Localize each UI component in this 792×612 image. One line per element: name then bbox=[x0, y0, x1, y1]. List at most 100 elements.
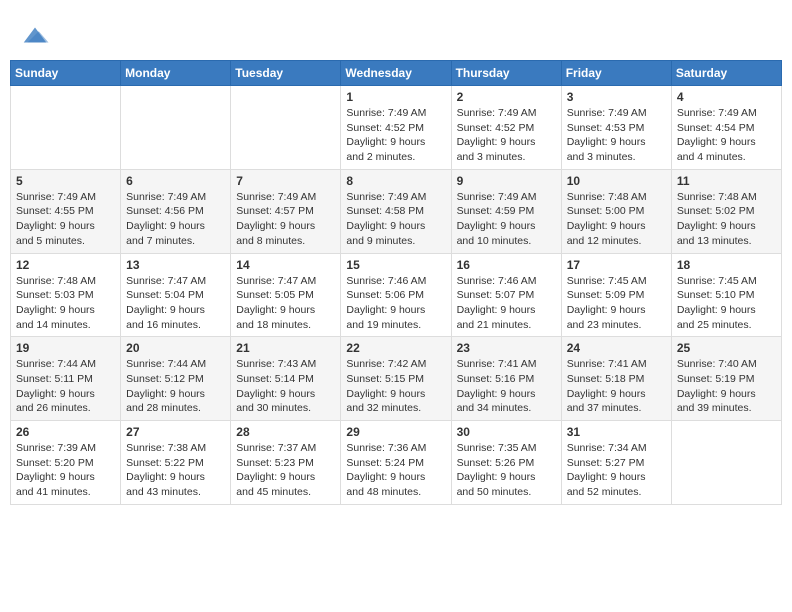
calendar-cell: 9 Sunrise: 7:49 AM Sunset: 4:59 PM Daylig… bbox=[451, 169, 561, 253]
day-info: Sunrise: 7:48 AM Sunset: 5:00 PM Dayligh… bbox=[567, 190, 666, 249]
calendar-cell: 5 Sunrise: 7:49 AM Sunset: 4:55 PM Daylig… bbox=[11, 169, 121, 253]
day-info: Sunrise: 7:43 AM Sunset: 5:14 PM Dayligh… bbox=[236, 357, 335, 416]
day-number: 21 bbox=[236, 341, 335, 355]
day-info: Sunrise: 7:42 AM Sunset: 5:15 PM Dayligh… bbox=[346, 357, 445, 416]
calendar-week-row: 5 Sunrise: 7:49 AM Sunset: 4:55 PM Daylig… bbox=[11, 169, 782, 253]
day-number: 26 bbox=[16, 425, 115, 439]
day-info: Sunrise: 7:49 AM Sunset: 4:54 PM Dayligh… bbox=[677, 106, 776, 165]
day-number: 5 bbox=[16, 174, 115, 188]
day-number: 19 bbox=[16, 341, 115, 355]
weekday-header: Friday bbox=[561, 61, 671, 86]
calendar-cell: 26 Sunrise: 7:39 AM Sunset: 5:20 PM Dayli… bbox=[11, 421, 121, 505]
day-number: 13 bbox=[126, 258, 225, 272]
day-info: Sunrise: 7:49 AM Sunset: 4:57 PM Dayligh… bbox=[236, 190, 335, 249]
calendar-cell: 31Sunrise: 7:34 AM Sunset: 5:27 PM Dayli… bbox=[561, 421, 671, 505]
day-info: Sunrise: 7:46 AM Sunset: 5:07 PM Dayligh… bbox=[457, 274, 556, 333]
calendar-cell: 30 Sunrise: 7:35 AM Sunset: 5:26 PM Dayli… bbox=[451, 421, 561, 505]
weekday-header: Monday bbox=[121, 61, 231, 86]
calendar-cell bbox=[671, 421, 781, 505]
calendar-cell: 12 Sunrise: 7:48 AM Sunset: 5:03 PM Dayli… bbox=[11, 253, 121, 337]
calendar-week-row: 26 Sunrise: 7:39 AM Sunset: 5:20 PM Dayli… bbox=[11, 421, 782, 505]
day-info: Sunrise: 7:49 AM Sunset: 4:55 PM Dayligh… bbox=[16, 190, 115, 249]
day-number: 22 bbox=[346, 341, 445, 355]
day-info: Sunrise: 7:44 AM Sunset: 5:11 PM Dayligh… bbox=[16, 357, 115, 416]
calendar-week-row: 1 Sunrise: 7:49 AM Sunset: 4:52 PM Daylig… bbox=[11, 86, 782, 170]
calendar-cell: 21 Sunrise: 7:43 AM Sunset: 5:14 PM Dayli… bbox=[231, 337, 341, 421]
day-number: 30 bbox=[457, 425, 556, 439]
calendar-body: 1 Sunrise: 7:49 AM Sunset: 4:52 PM Daylig… bbox=[11, 86, 782, 505]
day-number: 27 bbox=[126, 425, 225, 439]
calendar-cell: 19 Sunrise: 7:44 AM Sunset: 5:11 PM Dayli… bbox=[11, 337, 121, 421]
day-number: 16 bbox=[457, 258, 556, 272]
day-number: 18 bbox=[677, 258, 776, 272]
calendar-cell: 4 Sunrise: 7:49 AM Sunset: 4:54 PM Daylig… bbox=[671, 86, 781, 170]
weekday-header: Wednesday bbox=[341, 61, 451, 86]
day-info: Sunrise: 7:49 AM Sunset: 4:56 PM Dayligh… bbox=[126, 190, 225, 249]
day-number: 3 bbox=[567, 90, 666, 104]
calendar-cell: 11 Sunrise: 7:48 AM Sunset: 5:02 PM Dayli… bbox=[671, 169, 781, 253]
day-number: 14 bbox=[236, 258, 335, 272]
calendar-cell: 8 Sunrise: 7:49 AM Sunset: 4:58 PM Daylig… bbox=[341, 169, 451, 253]
day-number: 15 bbox=[346, 258, 445, 272]
calendar-cell: 1Sunrise: 7:49 AM Sunset: 4:52 PM Daylig… bbox=[341, 86, 451, 170]
calendar-cell: 3 Sunrise: 7:49 AM Sunset: 4:53 PM Daylig… bbox=[561, 86, 671, 170]
day-info: Sunrise: 7:46 AM Sunset: 5:06 PM Dayligh… bbox=[346, 274, 445, 333]
day-info: Sunrise: 7:34 AM Sunset: 5:27 PM Dayligh… bbox=[567, 441, 666, 500]
day-number: 28 bbox=[236, 425, 335, 439]
day-info: Sunrise: 7:39 AM Sunset: 5:20 PM Dayligh… bbox=[16, 441, 115, 500]
day-number: 24 bbox=[567, 341, 666, 355]
day-number: 11 bbox=[677, 174, 776, 188]
day-number: 9 bbox=[457, 174, 556, 188]
weekday-header: Thursday bbox=[451, 61, 561, 86]
day-number: 25 bbox=[677, 341, 776, 355]
calendar-cell: 18 Sunrise: 7:45 AM Sunset: 5:10 PM Dayli… bbox=[671, 253, 781, 337]
day-info: Sunrise: 7:45 AM Sunset: 5:10 PM Dayligh… bbox=[677, 274, 776, 333]
weekday-header: Saturday bbox=[671, 61, 781, 86]
weekday-header: Tuesday bbox=[231, 61, 341, 86]
calendar-cell bbox=[11, 86, 121, 170]
day-number: 20 bbox=[126, 341, 225, 355]
page-header bbox=[10, 10, 782, 55]
day-info: Sunrise: 7:41 AM Sunset: 5:16 PM Dayligh… bbox=[457, 357, 556, 416]
day-info: Sunrise: 7:49 AM Sunset: 4:58 PM Dayligh… bbox=[346, 190, 445, 249]
day-info: Sunrise: 7:49 AM Sunset: 4:52 PM Dayligh… bbox=[457, 106, 556, 165]
day-info: Sunrise: 7:37 AM Sunset: 5:23 PM Dayligh… bbox=[236, 441, 335, 500]
day-number: 12 bbox=[16, 258, 115, 272]
day-info: Sunrise: 7:41 AM Sunset: 5:18 PM Dayligh… bbox=[567, 357, 666, 416]
calendar-cell: 15 Sunrise: 7:46 AM Sunset: 5:06 PM Dayli… bbox=[341, 253, 451, 337]
calendar-cell: 22 Sunrise: 7:42 AM Sunset: 5:15 PM Dayli… bbox=[341, 337, 451, 421]
calendar-week-row: 12 Sunrise: 7:48 AM Sunset: 5:03 PM Dayli… bbox=[11, 253, 782, 337]
calendar-cell bbox=[231, 86, 341, 170]
day-number: 8 bbox=[346, 174, 445, 188]
day-number: 1 bbox=[346, 90, 445, 104]
day-info: Sunrise: 7:36 AM Sunset: 5:24 PM Dayligh… bbox=[346, 441, 445, 500]
calendar-cell: 13Sunrise: 7:47 AM Sunset: 5:04 PM Dayli… bbox=[121, 253, 231, 337]
day-number: 29 bbox=[346, 425, 445, 439]
day-number: 6 bbox=[126, 174, 225, 188]
day-number: 17 bbox=[567, 258, 666, 272]
day-info: Sunrise: 7:48 AM Sunset: 5:03 PM Dayligh… bbox=[16, 274, 115, 333]
calendar-header: SundayMondayTuesdayWednesdayThursdayFrid… bbox=[11, 61, 782, 86]
day-number: 7 bbox=[236, 174, 335, 188]
day-info: Sunrise: 7:48 AM Sunset: 5:02 PM Dayligh… bbox=[677, 190, 776, 249]
calendar-cell: 29 Sunrise: 7:36 AM Sunset: 5:24 PM Dayli… bbox=[341, 421, 451, 505]
day-number: 4 bbox=[677, 90, 776, 104]
day-info: Sunrise: 7:44 AM Sunset: 5:12 PM Dayligh… bbox=[126, 357, 225, 416]
calendar-week-row: 19 Sunrise: 7:44 AM Sunset: 5:11 PM Dayli… bbox=[11, 337, 782, 421]
calendar-cell bbox=[121, 86, 231, 170]
day-info: Sunrise: 7:49 AM Sunset: 4:53 PM Dayligh… bbox=[567, 106, 666, 165]
day-info: Sunrise: 7:49 AM Sunset: 4:59 PM Dayligh… bbox=[457, 190, 556, 249]
calendar-cell: 10 Sunrise: 7:48 AM Sunset: 5:00 PM Dayli… bbox=[561, 169, 671, 253]
calendar-cell: 17 Sunrise: 7:45 AM Sunset: 5:09 PM Dayli… bbox=[561, 253, 671, 337]
day-info: Sunrise: 7:45 AM Sunset: 5:09 PM Dayligh… bbox=[567, 274, 666, 333]
day-info: Sunrise: 7:35 AM Sunset: 5:26 PM Dayligh… bbox=[457, 441, 556, 500]
day-info: Sunrise: 7:38 AM Sunset: 5:22 PM Dayligh… bbox=[126, 441, 225, 500]
day-number: 10 bbox=[567, 174, 666, 188]
calendar-cell: 20 Sunrise: 7:44 AM Sunset: 5:12 PM Dayli… bbox=[121, 337, 231, 421]
calendar-cell: 6 Sunrise: 7:49 AM Sunset: 4:56 PM Daylig… bbox=[121, 169, 231, 253]
calendar-cell: 25Sunrise: 7:40 AM Sunset: 5:19 PM Dayli… bbox=[671, 337, 781, 421]
header-row: SundayMondayTuesdayWednesdayThursdayFrid… bbox=[11, 61, 782, 86]
calendar-cell: 24 Sunrise: 7:41 AM Sunset: 5:18 PM Dayli… bbox=[561, 337, 671, 421]
day-number: 23 bbox=[457, 341, 556, 355]
logo-icon bbox=[20, 20, 50, 50]
